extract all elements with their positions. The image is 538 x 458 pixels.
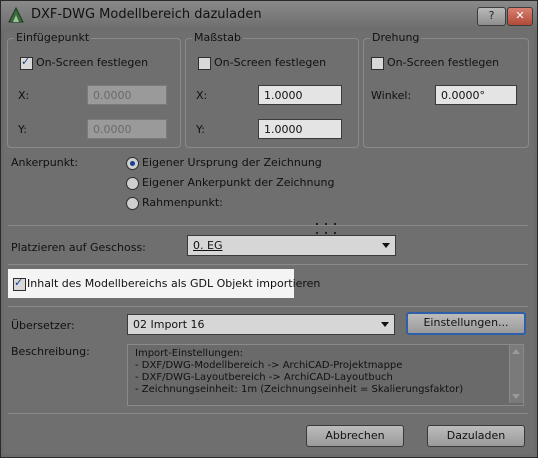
dialog-window: DXF-DWG Modellbereich dazuladen ? ✕ Einf…	[0, 0, 538, 458]
archicad-app-icon	[8, 7, 24, 23]
drehung-onscreen-checkbox[interactable]	[371, 57, 384, 70]
beschreibung-textbox[interactable]: Import-Einstellungen: - DXF/DWG-Modellbe…	[127, 344, 524, 406]
ankerpunkt-label: Ankerpunkt:	[11, 156, 79, 169]
drehung-onscreen-label[interactable]: On-Screen festlegen	[387, 56, 499, 69]
beschreibung-line: - DXF/DWG-Modellbereich -> ArchiCAD-Proj…	[135, 360, 403, 371]
separator	[8, 413, 528, 414]
einfuegepunkt-y-label: Y:	[18, 123, 27, 136]
drehung-winkel-field[interactable]: 0.0000°	[435, 85, 517, 105]
separator	[8, 306, 528, 307]
uebersetzer-label: Übersetzer:	[11, 319, 75, 332]
drehung-group: Drehung On-Screen festlegen Winkel: 0.00…	[363, 31, 529, 148]
massstab-x-field[interactable]: 1.0000	[258, 85, 342, 105]
beschreibung-line: - Zeichnungseinheit: 1m (Zeichnungseinhe…	[135, 384, 464, 395]
ankerpunkt-option-ankerpunkt[interactable]: Eigener Ankerpunkt der Zeichnung	[142, 176, 334, 189]
title-bar[interactable]: DXF-DWG Modellbereich dazuladen ? ✕	[1, 1, 537, 30]
einfuegepunkt-x-field[interactable]: 0.0000	[87, 85, 167, 105]
geschoss-value: 0. EG	[193, 239, 223, 252]
uebersetzer-dropdown[interactable]: 02 Import 16	[127, 314, 395, 335]
scroll-down-icon[interactable]	[512, 394, 520, 399]
ankerpunkt-radio-ursprung[interactable]	[126, 157, 139, 170]
massstab-title: Maßstab	[192, 31, 243, 44]
dialog-content: Einfügepunkt On-Screen festlegen X: 0.00…	[4, 30, 534, 454]
massstab-y-label: Y:	[196, 123, 205, 136]
einfuegepunkt-x-label: X:	[18, 89, 30, 102]
dazuladen-button[interactable]: Dazuladen	[427, 425, 525, 447]
massstab-x-label: X:	[196, 89, 208, 102]
ankerpunkt-option-rahmenpunkt[interactable]: Rahmenpunkt:	[142, 196, 223, 209]
beschreibung-line: - DXF/DWG-Layoutbereich -> ArchiCAD-Layo…	[135, 372, 393, 383]
abbrechen-button[interactable]: Abbrechen	[306, 425, 404, 447]
ankerpunkt-radio-ankerpunkt[interactable]	[126, 177, 139, 190]
description-scrollbar[interactable]	[509, 345, 523, 403]
ankerpunkt-option-ursprung[interactable]: Eigener Ursprung der Zeichnung	[142, 156, 322, 169]
uebersetzer-value: 02 Import 16	[133, 318, 205, 331]
gdl-import-checkbox[interactable]	[13, 276, 26, 291]
ankerpunkt-radio-rahmenpunkt[interactable]	[126, 197, 139, 210]
beschreibung-label: Beschreibung:	[11, 345, 90, 358]
einfuegepunkt-onscreen-label[interactable]: On-Screen festlegen	[36, 56, 148, 69]
drehung-winkel-label: Winkel:	[371, 89, 412, 102]
gdl-import-label[interactable]: Inhalt des Modellbereichs als GDL Objekt…	[27, 277, 320, 290]
massstab-y-field[interactable]: 1.0000	[258, 119, 342, 139]
einfuegepunkt-onscreen-checkbox[interactable]	[20, 55, 33, 70]
chevron-down-icon	[382, 243, 390, 248]
beschreibung-line: Import-Einstellungen:	[135, 348, 243, 359]
window-title: DXF-DWG Modellbereich dazuladen	[31, 7, 262, 22]
scroll-up-icon[interactable]	[512, 349, 520, 354]
einfuegepunkt-y-field[interactable]: 0.0000	[87, 119, 167, 139]
geschoss-label: Platzieren auf Geschoss:	[11, 241, 146, 254]
drehung-title: Drehung	[370, 31, 422, 44]
separator	[8, 264, 528, 265]
massstab-group: Maßstab On-Screen festlegen X: 1.0000 Y:…	[185, 31, 359, 148]
einfuegepunkt-title: Einfügepunkt	[14, 31, 92, 44]
massstab-onscreen-label[interactable]: On-Screen festlegen	[214, 56, 326, 69]
geschoss-dropdown[interactable]: 0. EG	[187, 235, 396, 256]
close-button[interactable]: ✕	[507, 7, 533, 26]
chevron-down-icon	[381, 322, 389, 327]
einstellungen-button[interactable]: Einstellungen...	[406, 312, 526, 335]
help-button[interactable]: ?	[477, 7, 506, 26]
massstab-onscreen-checkbox[interactable]	[198, 57, 211, 70]
separator	[8, 225, 528, 226]
einfuegepunkt-group: Einfügepunkt On-Screen festlegen X: 0.00…	[7, 31, 181, 148]
